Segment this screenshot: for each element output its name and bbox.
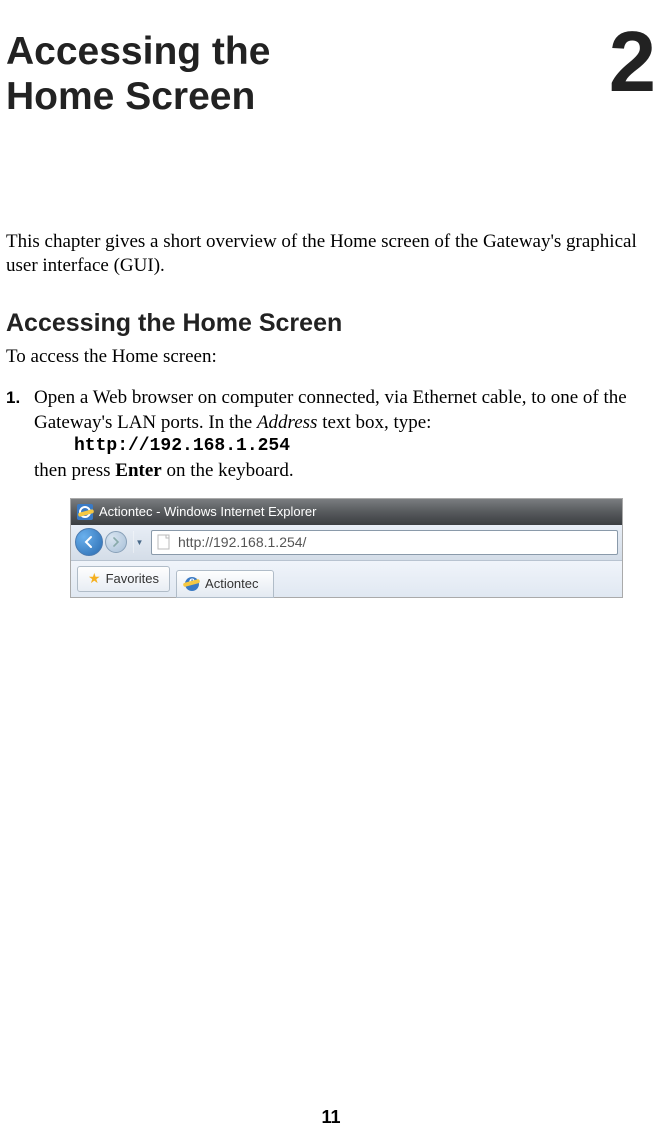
step-text-b: text box, type:	[317, 412, 431, 433]
chapter-number: 2	[609, 25, 656, 102]
nav-dropdown-icon[interactable]: ▼	[133, 531, 145, 553]
chapter-header: Accessing the Home Screen 2	[6, 30, 656, 120]
step-text-bold: Enter	[115, 460, 161, 481]
titlebar: Actiontec - Windows Internet Explorer	[71, 499, 622, 525]
step-url: http://192.168.1.254	[74, 435, 656, 458]
tab-favicon	[185, 577, 199, 591]
back-button[interactable]	[75, 528, 103, 556]
tab-label: Actiontec	[205, 576, 258, 591]
title-line-1: Accessing the	[6, 30, 270, 73]
step-1: 1. Open a Web browser on computer connec…	[6, 386, 656, 483]
star-icon: ★	[88, 570, 101, 587]
favorites-label: Favorites	[106, 571, 159, 586]
ie-logo-icon	[77, 504, 93, 520]
step-number: 1.	[6, 386, 34, 483]
step-text-c: then press	[34, 460, 115, 481]
favorites-row: ★ Favorites Actiontec	[71, 561, 622, 597]
browser-screenshot: Actiontec - Windows Internet Explorer ▼ …	[70, 498, 623, 598]
section-title: Accessing the Home Screen	[6, 309, 656, 338]
address-url: http://192.168.1.254/	[178, 534, 613, 550]
browser-tab[interactable]: Actiontec	[176, 570, 273, 598]
intro-paragraph: This chapter gives a short overview of t…	[6, 230, 656, 279]
page-number: 11	[0, 1107, 662, 1128]
page-icon	[156, 534, 172, 550]
step-body: Open a Web browser on computer connected…	[34, 386, 656, 483]
step-text-d: on the keyboard.	[162, 460, 294, 481]
chapter-title: Accessing the Home Screen	[6, 30, 270, 120]
section-lead: To access the Home screen:	[6, 346, 656, 368]
window-title: Actiontec - Windows Internet Explorer	[99, 504, 316, 519]
step-text-italic: Address	[257, 412, 318, 433]
title-line-2: Home Screen	[6, 75, 255, 118]
address-bar[interactable]: http://192.168.1.254/	[151, 530, 618, 555]
address-bar-row: ▼ http://192.168.1.254/	[71, 525, 622, 561]
favorites-button[interactable]: ★ Favorites	[77, 566, 170, 592]
forward-button[interactable]	[105, 531, 127, 553]
